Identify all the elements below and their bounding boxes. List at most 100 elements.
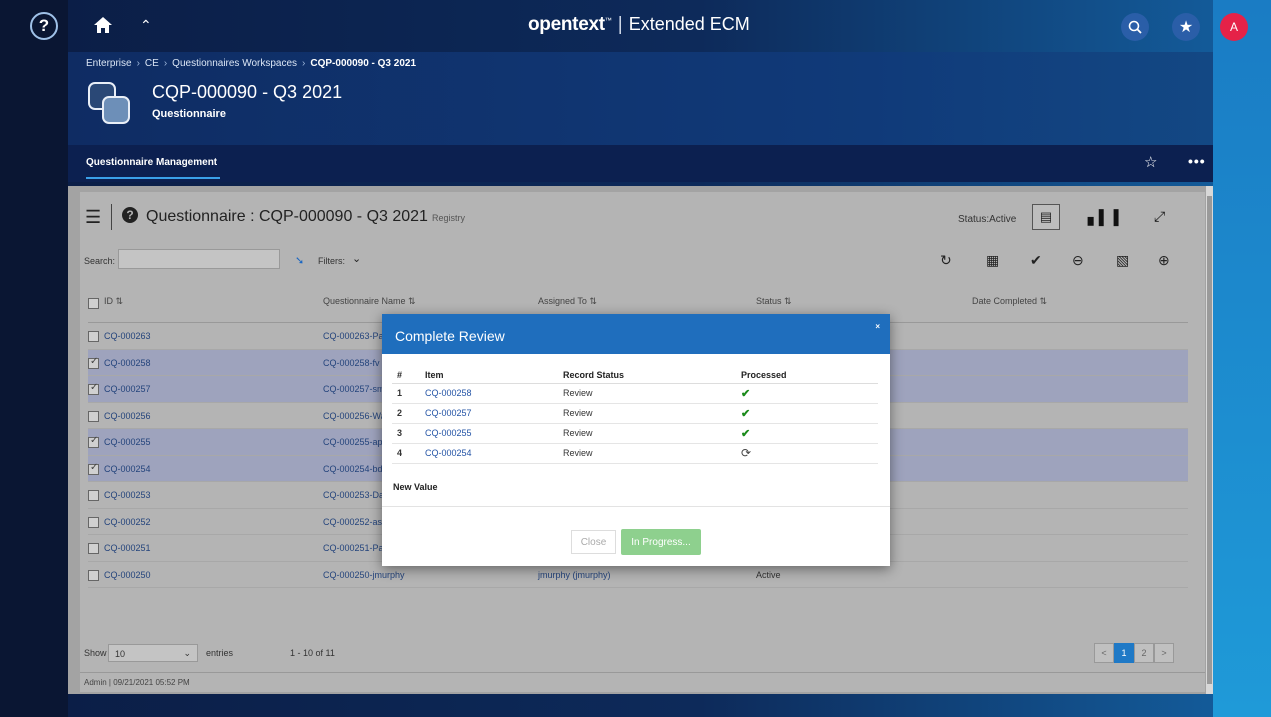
column-header-id[interactable]: ID ⇅ [104,296,123,307]
row-name[interactable]: CQ-000256-Wa [323,411,386,421]
row-checkbox[interactable] [88,516,99,528]
row-checkbox[interactable] [88,462,99,475]
review-row-item[interactable]: CQ-000257 [420,403,558,424]
refresh-icon[interactable]: ↻ [940,252,952,269]
filters-label[interactable]: Filters: [318,256,345,266]
tab-active-indicator [86,177,220,179]
column-header-name[interactable]: Questionnaire Name ⇅ [323,296,416,307]
row-checkbox[interactable] [88,410,99,422]
chevron-down-icon[interactable]: ⌄ [352,252,361,265]
excel-export-icon[interactable]: ▧ [1116,252,1129,269]
list-view-button[interactable]: ▤ [1032,204,1060,230]
review-table-body: 1 CQ-000258 Review ✔ 2 CQ-000257 Review ✔ 3 CQ-00… [392,383,878,464]
row-id[interactable]: CQ-000257 [104,384,151,394]
more-options-icon[interactable]: ••• [1188,153,1206,169]
row-name[interactable]: CQ-000253-Da [323,490,384,500]
favorite-star-icon[interactable]: ☆ [1144,153,1157,171]
row-id[interactable]: CQ-000250 [104,570,151,580]
review-row-processed: ✔ [736,383,878,404]
scrollbar-thumb[interactable] [1207,196,1212,684]
breadcrumb-item-enterprise[interactable]: Enterprise [86,58,132,69]
menu-icon[interactable]: ☰ [85,207,101,228]
review-row-item[interactable]: CQ-000254 [420,443,558,464]
document-icon[interactable]: ▦ [986,252,999,269]
column-header-assigned[interactable]: Assigned To ⇅ [538,296,597,307]
home-button[interactable] [92,14,114,36]
page-button[interactable]: < [1094,643,1114,663]
row-checkbox[interactable] [88,356,99,369]
row-id[interactable]: CQ-000251 [104,543,151,553]
breadcrumb-item-ce[interactable]: CE [145,58,159,69]
review-row-number: 3 [392,423,420,444]
right-gutter [1213,0,1271,717]
entries-select[interactable]: 10 ⌄ [108,644,198,662]
row-name[interactable]: CQ-000257-sm [323,384,385,394]
row-name[interactable]: CQ-000254-bd [323,464,383,474]
expand-button[interactable]: ⤢ [1154,208,1165,225]
review-row: 2 CQ-000257 Review ✔ [392,403,878,424]
remove-icon[interactable]: ⊖ [1072,252,1084,269]
help-button[interactable]: ? [30,12,58,40]
row-name[interactable]: CQ-000251-Pa [323,543,384,553]
home-icon [94,17,112,33]
collapse-header-button[interactable]: ⌃ [140,17,152,34]
page-button[interactable]: 2 [1134,643,1154,663]
chevron-right-icon: › [302,58,306,69]
row-id[interactable]: CQ-000256 [104,411,151,421]
filter-pin-icon[interactable]: ➘ [295,254,304,267]
dialog-title: Complete Review [395,328,505,344]
row-name[interactable]: CQ-000255-ap [323,437,383,447]
favorites-button[interactable]: ★ [1172,13,1200,41]
row-checkbox[interactable] [88,490,99,501]
workspace-header: Enterprise › CE › Questionnaires Workspaces ›… [68,52,1213,145]
column-header-status[interactable]: Status ⇅ [756,296,792,307]
review-row-item[interactable]: CQ-000255 [420,423,558,444]
column-header-date[interactable]: Date Completed ⇅ [972,296,1047,307]
status-footer: Admin | 09/21/2021 05:52 PM [80,672,1205,692]
double-check-icon[interactable]: ✔ [1030,252,1042,269]
scrollbar[interactable] [1206,186,1213,694]
search-input[interactable] [118,249,280,269]
row-checkbox[interactable] [88,435,99,448]
add-icon[interactable]: ⊕ [1158,252,1170,269]
new-value-label: New Value [393,482,438,492]
show-label: Show [84,648,107,658]
row-id[interactable]: CQ-000255 [104,437,151,447]
close-icon[interactable]: × [875,322,880,331]
search-label: Search: [84,256,116,266]
row-id[interactable]: CQ-000253 [104,490,151,500]
row-name[interactable]: CQ-000258-fv [323,358,380,368]
review-row: 1 CQ-000258 Review ✔ [392,383,878,404]
page-button[interactable]: 1 [1114,643,1134,663]
avatar[interactable]: A [1220,13,1248,41]
review-row-processed: ⟳ [736,443,878,464]
brand-tm: ™ [604,17,612,25]
row-name[interactable]: CQ-000252-as [323,517,382,527]
column-header-record-status: Record Status [558,367,736,384]
search-button[interactable] [1121,13,1149,41]
row-checkbox[interactable] [88,569,99,581]
tab-questionnaire-management[interactable]: Questionnaire Management [86,157,217,168]
in-progress-button[interactable]: In Progress... [621,529,701,555]
row-checkbox[interactable] [88,331,99,342]
breadcrumb-item-workspaces[interactable]: Questionnaires Workspaces [172,58,297,69]
star-icon: ★ [1178,19,1194,36]
row-id[interactable]: CQ-000252 [104,517,151,527]
row-name[interactable]: CQ-000263-Pa [323,331,384,341]
row-id[interactable]: CQ-000254 [104,464,151,474]
row-checkbox[interactable] [88,382,99,395]
row-checkbox[interactable] [88,543,99,554]
search-icon [1128,20,1142,34]
review-row-number: 2 [392,403,420,424]
page-button[interactable]: > [1154,643,1174,663]
chart-view-button[interactable]: ▖▌▐ [1088,209,1119,226]
status-label: Status:Active [958,214,1017,225]
row-id[interactable]: CQ-000258 [104,358,151,368]
close-button[interactable]: Close [571,530,616,554]
review-row-item[interactable]: CQ-000258 [420,383,558,404]
row-name[interactable]: CQ-000250-jmurphy [323,570,405,580]
row-assigned: jmurphy (jmurphy) [538,569,611,580]
row-id[interactable]: CQ-000263 [104,331,151,341]
select-all-checkbox[interactable] [88,298,99,309]
chevron-right-icon: › [136,58,140,69]
